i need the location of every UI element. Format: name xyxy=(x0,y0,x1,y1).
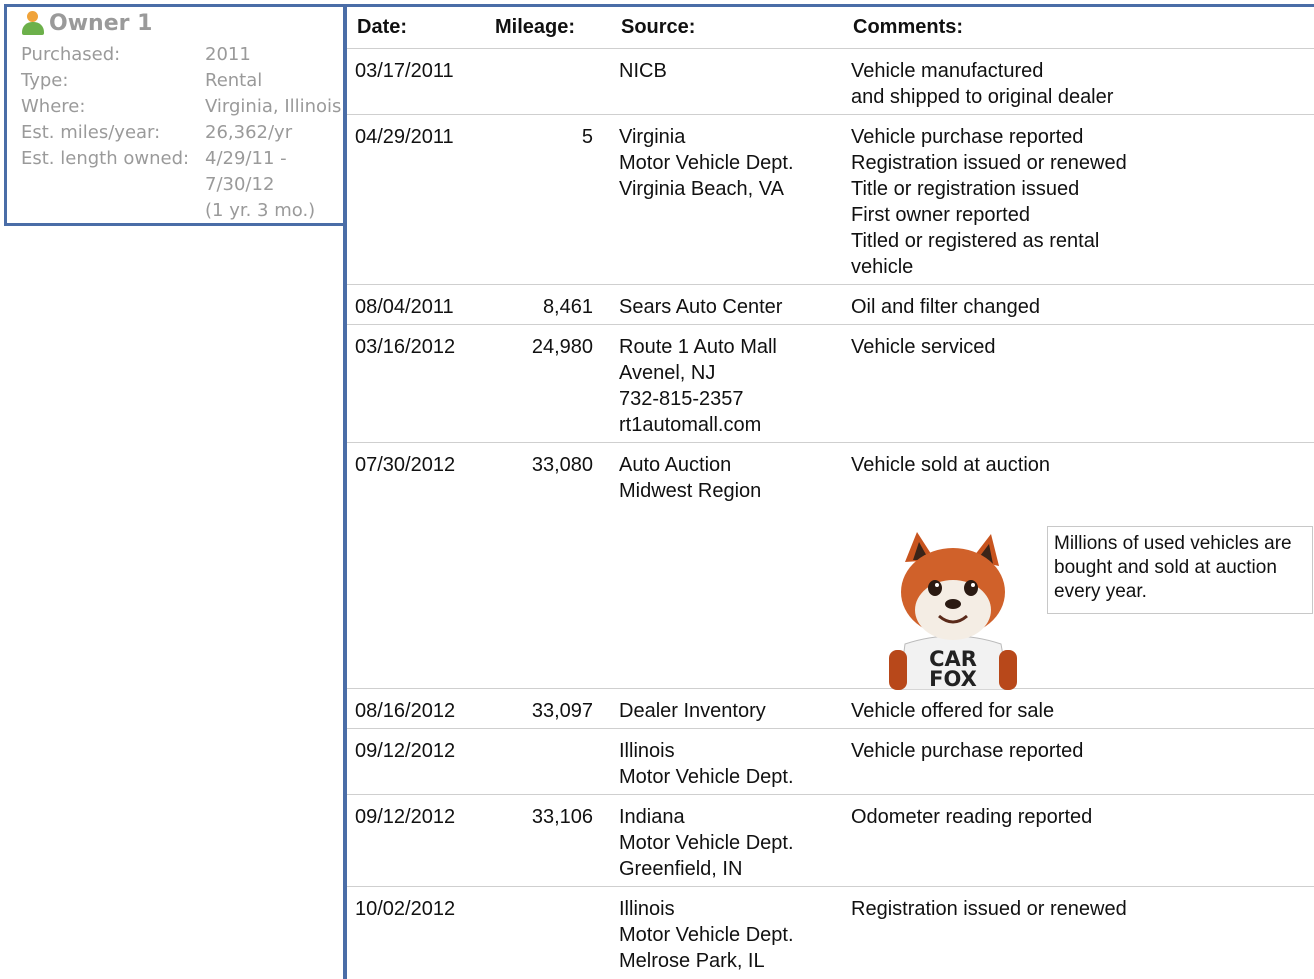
cell-source: Illinois Motor Vehicle Dept. xyxy=(619,740,794,788)
cell-date: 03/17/2011 xyxy=(355,60,454,82)
cell-source: Sears Auto Center xyxy=(619,296,783,318)
owner-label: Purchased: xyxy=(21,44,121,65)
cell-mileage xyxy=(477,738,593,790)
table-row: 03/16/2012 24,980 Route 1 Auto Mall Aven… xyxy=(347,325,1314,443)
cell-date: 04/29/2011 xyxy=(355,126,454,148)
header-source: Source: xyxy=(621,16,696,38)
vehicle-history-table: Date: Mileage: Source: Comments: 03/17/2… xyxy=(347,7,1314,979)
table-row: 04/29/2011 5 Virginia Motor Vehicle Dept… xyxy=(347,115,1314,285)
owner-value: 2011 xyxy=(205,44,251,65)
cell-source: Dealer Inventory xyxy=(619,700,766,722)
cell-mileage: 33,080 xyxy=(531,454,593,476)
header-mileage: Mileage: xyxy=(495,16,576,38)
cell-comments: Registration issued or renewed xyxy=(851,898,1127,920)
owner-value: 26,362/yr xyxy=(205,122,293,143)
owner-row-miles-per-year: Est. miles/year: 26,362/yr xyxy=(21,120,292,146)
cell-date: 08/04/2011 xyxy=(355,296,454,318)
cell-comments: Vehicle serviced xyxy=(851,336,996,358)
table-header: Date: Mileage: Source: Comments: xyxy=(347,7,1314,49)
cell-comments: Oil and filter changed xyxy=(851,296,1041,318)
cell-date: 08/16/2012 xyxy=(355,700,456,722)
owner-row-purchased: Purchased: 2011 xyxy=(21,42,251,68)
cell-date: 09/12/2012 xyxy=(355,740,456,762)
owner-value: 4/29/11 - 7/30/12 (1 yr. 3 mo.) xyxy=(205,148,316,221)
cell-comments: Vehicle sold at auction xyxy=(851,454,1051,476)
cell-source: Auto Auction Midwest Region xyxy=(619,454,762,502)
promo-callout: Millions of used vehicles are bought and… xyxy=(1047,526,1313,614)
cell-comments: Vehicle offered for sale xyxy=(851,700,1055,722)
owner-value: Rental xyxy=(205,70,263,91)
table-row: 08/04/2011 8,461 Sears Auto Center Oil a… xyxy=(347,285,1314,325)
carfox-mascot-image: CAR FOX xyxy=(889,532,1017,690)
carfox-promo: CAR FOX Millions of used vehicles are bo… xyxy=(347,526,1314,696)
table-row: 07/30/2012 33,080 Auto Auction Midwest R… xyxy=(347,443,1314,690)
cell-comments: Odometer reading reported xyxy=(851,806,1093,828)
person-icon xyxy=(21,10,45,36)
cell-comments: Vehicle purchase reported xyxy=(851,740,1084,762)
owner-label: Est. miles/year: xyxy=(21,122,161,143)
shirt-text-fox: FOX xyxy=(929,667,977,690)
cell-mileage: 5 xyxy=(581,126,593,148)
cell-mileage: 24,980 xyxy=(531,336,593,358)
cell-mileage xyxy=(477,58,593,110)
owner-label: Where: xyxy=(21,96,86,117)
cell-source: Illinois Motor Vehicle Dept. Melrose Par… xyxy=(619,898,794,972)
cell-source: Route 1 Auto Mall Avenel, NJ 732-815-235… xyxy=(619,336,777,436)
cell-comments: Vehicle manufactured and shipped to orig… xyxy=(851,60,1114,108)
owner-label: Est. length owned: xyxy=(21,148,190,169)
cell-mileage xyxy=(477,896,593,975)
cell-date: 07/30/2012 xyxy=(355,454,456,476)
table-row: 10/02/2012 Illinois Motor Vehicle Dept. … xyxy=(347,887,1314,979)
owner-row-type: Type: Rental xyxy=(21,68,262,94)
cell-mileage: 8,461 xyxy=(542,296,593,318)
cell-source: Virginia Motor Vehicle Dept. Virginia Be… xyxy=(619,126,794,200)
table-row: 09/12/2012 Illinois Motor Vehicle Dept. … xyxy=(347,729,1314,795)
owner-title: Owner 1 xyxy=(49,10,153,36)
cell-source: NICB xyxy=(619,60,667,82)
cell-source: Indiana Motor Vehicle Dept. Greenfield, … xyxy=(619,806,794,880)
owner-header: Owner 1 xyxy=(21,8,152,38)
header-date: Date: xyxy=(357,16,408,38)
owner-label: Type: xyxy=(21,70,69,91)
cell-mileage: 33,097 xyxy=(531,700,593,722)
owner-row-length-owned: Est. length owned: 4/29/11 - 7/30/12 (1 … xyxy=(21,146,315,224)
cell-date: 03/16/2012 xyxy=(355,336,456,358)
owner-summary-panel: Owner 1 Purchased: 2011 Type: Rental Whe… xyxy=(4,4,343,226)
cell-date: 10/02/2012 xyxy=(355,898,456,920)
owner-value: Virginia, Illinois xyxy=(205,96,342,117)
header-comments: Comments: xyxy=(853,16,964,38)
table-row: 03/17/2011 NICB Vehicle manufactured and… xyxy=(347,49,1314,115)
cell-comments: Vehicle purchase reported Registration i… xyxy=(851,126,1127,278)
cell-mileage: 33,106 xyxy=(531,806,593,828)
owner-row-where: Where: Virginia, Illinois xyxy=(21,94,341,120)
table-row: 09/12/2012 33,106 Indiana Motor Vehicle … xyxy=(347,795,1314,887)
cell-date: 09/12/2012 xyxy=(355,806,456,828)
